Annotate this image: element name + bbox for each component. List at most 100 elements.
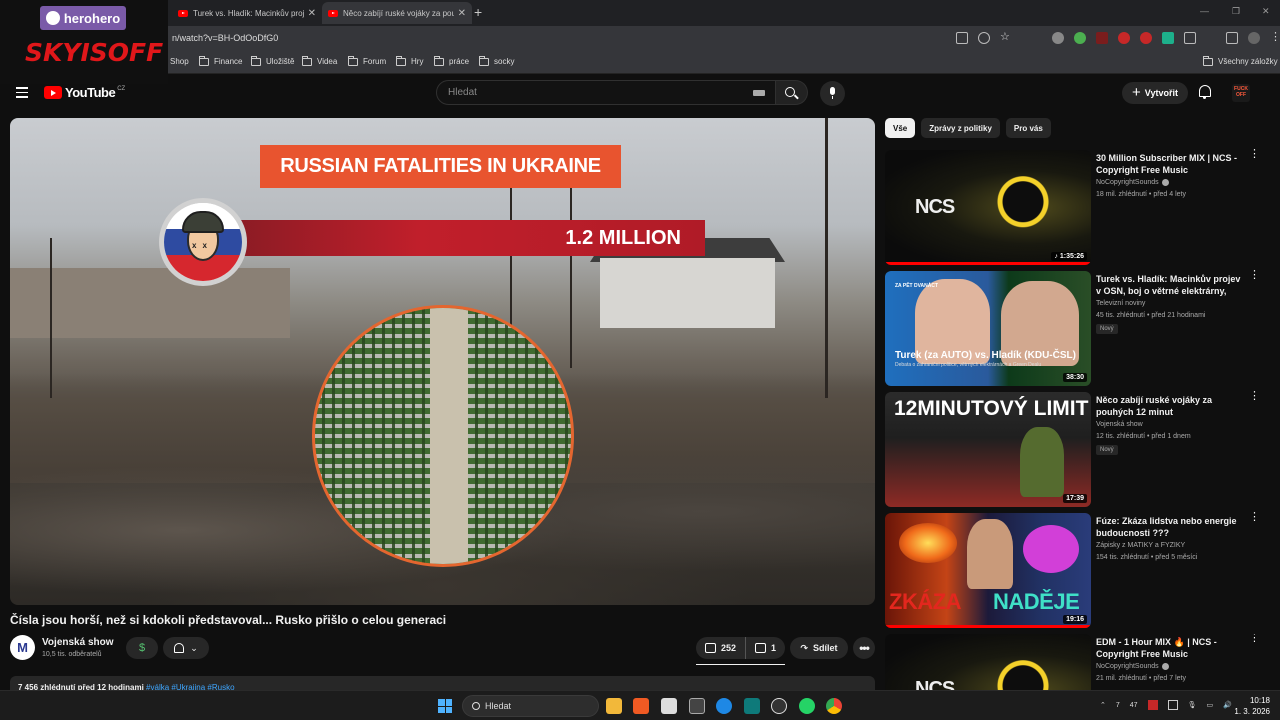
recommended-video[interactable]: ZKÁZA NADĚJE 19:16 Fúze: Zkáza lidstva n… xyxy=(885,512,1260,628)
youtube-play-icon xyxy=(44,86,62,99)
recommended-video[interactable]: ZA PĚT DVANÁCT Turek (za AUTO) vs. Hladí… xyxy=(885,270,1260,386)
recommended-video[interactable]: NCS ♪ 1:35:26 30 Million Subscriber MIX … xyxy=(885,149,1260,265)
menu-icon[interactable] xyxy=(16,87,28,98)
close-window-icon[interactable]: ✕ xyxy=(1262,6,1270,17)
maximize-icon[interactable]: ❐ xyxy=(1232,6,1240,17)
taskbar-search[interactable]: Hledat xyxy=(462,695,599,717)
file-explorer-icon[interactable] xyxy=(606,698,622,714)
recommended-video[interactable]: NCS EDM - 1 Hour MIX 🔥 | NCS - Copyright… xyxy=(885,634,1255,690)
video-thumbnail[interactable]: ZKÁZA NADĚJE 19:16 xyxy=(885,513,1091,628)
chevron-up-icon[interactable]: ⌃ xyxy=(1100,701,1106,709)
all-bookmarks[interactable]: Všechny záložky xyxy=(1203,55,1278,66)
app-icon[interactable] xyxy=(744,698,760,714)
more-options-icon[interactable]: ⋮ xyxy=(1249,270,1260,281)
windows-start-icon[interactable] xyxy=(438,699,452,713)
more-options-icon[interactable]: ⋮ xyxy=(1249,512,1260,523)
bookmark-videa[interactable]: Videa xyxy=(302,55,337,66)
browser-tab-active[interactable]: Něco zabíjí ruské vojáky za pou ✕ xyxy=(322,2,472,24)
microphone-icon[interactable]: 🎙 xyxy=(1188,701,1197,709)
subscription-bell-button[interactable]: ⌄ xyxy=(163,637,209,659)
video-thumbnail[interactable]: 12MINUTOVÝ LIMIT 17:39 xyxy=(885,392,1091,507)
app-icon[interactable] xyxy=(689,698,705,714)
calculator-icon[interactable] xyxy=(661,698,677,714)
extension-icon[interactable] xyxy=(1074,32,1086,44)
tray-item[interactable]: 7 xyxy=(1116,702,1120,709)
extension-icon[interactable] xyxy=(1140,32,1152,44)
bookmark-finance[interactable]: Finance xyxy=(199,55,242,66)
create-button[interactable]: + Vytvořit xyxy=(1122,82,1188,104)
like-button[interactable]: 252 xyxy=(696,637,745,659)
chip-all[interactable]: Vše xyxy=(885,118,916,138)
more-options-icon[interactable]: ⋮ xyxy=(1249,149,1260,160)
recommended-title[interactable]: Turek vs. Hladík: Macinkův projev v OSN,… xyxy=(1096,273,1246,297)
folder-icon xyxy=(1203,55,1213,66)
close-icon[interactable]: ✕ xyxy=(308,8,316,19)
chip-for-you[interactable]: Pro vás xyxy=(1005,118,1051,138)
dislike-button[interactable]: 1 xyxy=(745,637,785,659)
tray-item[interactable]: 47 xyxy=(1130,702,1138,709)
cast-icon[interactable] xyxy=(956,32,968,44)
bookmark-forum[interactable]: Forum xyxy=(348,55,386,66)
menu-kebab-icon[interactable]: ⋮ xyxy=(1270,32,1280,44)
bookmark-prace[interactable]: práce xyxy=(434,55,469,66)
keyboard-icon[interactable] xyxy=(753,90,765,96)
youtube-logo[interactable]: YouTube CZ xyxy=(44,85,125,100)
system-clock[interactable]: 10:18 1. 3. 2026 xyxy=(1234,695,1270,717)
channel-name[interactable]: Vojenská show xyxy=(42,637,114,648)
extension-icon[interactable] xyxy=(1096,32,1108,44)
bookmark-shop[interactable]: Shop xyxy=(170,57,189,66)
address-bar-row: n/watch?v=BH-OdOoDfG0 ☆ ⋮ xyxy=(0,26,1280,52)
recommended-title[interactable]: EDM - 1 Hour MIX 🔥 | NCS - Copyright Fre… xyxy=(1096,636,1246,660)
minimize-icon[interactable]: — xyxy=(1200,6,1209,16)
video-player[interactable]: RUSSIAN FATALITIES IN UKRAINE 1.2 MILLIO… xyxy=(10,118,875,605)
chrome-icon[interactable] xyxy=(826,698,842,714)
extension-icon[interactable] xyxy=(1162,32,1174,44)
voice-search-button[interactable] xyxy=(820,81,845,106)
network-icon[interactable]: ▭ xyxy=(1206,701,1213,709)
recommended-title[interactable]: Fúze: Zkáza lidstva nebo energie budoucn… xyxy=(1096,515,1246,539)
account-avatar[interactable]: FUCK OFF xyxy=(1232,84,1250,102)
recommended-video[interactable]: 12MINUTOVÝ LIMIT 17:39 Něco zabíjí ruské… xyxy=(885,391,1260,507)
tray-app-icon[interactable] xyxy=(1167,700,1178,710)
recommended-channel[interactable]: Televizní noviny xyxy=(1096,300,1145,307)
recommended-title[interactable]: 30 Million Subscriber MIX | NCS - Copyri… xyxy=(1096,152,1246,176)
share-button[interactable]: ↷ Sdílet xyxy=(790,637,848,659)
notifications-bell-icon[interactable] xyxy=(1199,85,1211,99)
video-thumbnail[interactable]: ZA PĚT DVANÁCT Turek (za AUTO) vs. Hladí… xyxy=(885,271,1091,386)
chip-politics[interactable]: Zprávy z politiky xyxy=(921,118,1000,138)
recommended-channel[interactable]: NoCopyrightSounds xyxy=(1096,663,1169,670)
bookmark-socky[interactable]: socky xyxy=(479,55,514,66)
brave-browser-icon[interactable] xyxy=(633,698,649,714)
extension-icon[interactable] xyxy=(1052,32,1064,44)
more-actions-button[interactable]: ••• xyxy=(853,637,875,659)
bookmark-hry[interactable]: Hry xyxy=(396,55,423,66)
join-dollar-button[interactable]: $ xyxy=(126,637,158,659)
channel-avatar[interactable]: M xyxy=(10,635,35,660)
more-options-icon[interactable]: ⋮ xyxy=(1249,391,1260,402)
puzzle-icon[interactable] xyxy=(1184,32,1196,44)
whatsapp-icon[interactable] xyxy=(799,698,815,714)
bookmark-ulozste[interactable]: Uložiště xyxy=(251,55,294,66)
edge-icon[interactable] xyxy=(716,698,732,714)
url-field[interactable]: n/watch?v=BH-OdOoDfG0 xyxy=(172,33,278,43)
app-icon[interactable] xyxy=(771,698,787,714)
sidebar-icon[interactable] xyxy=(1226,32,1238,44)
profile-icon[interactable] xyxy=(1248,32,1260,44)
star-icon[interactable]: ☆ xyxy=(1000,32,1012,44)
recommended-title[interactable]: Něco zabíjí ruské vojáky za pouhých 12 m… xyxy=(1096,394,1246,418)
recommended-channel[interactable]: Vojenská show xyxy=(1096,421,1143,428)
volume-icon[interactable]: 🔊 xyxy=(1223,701,1232,709)
video-thumbnail[interactable]: NCS ♪ 1:35:26 xyxy=(885,150,1091,265)
search-button[interactable] xyxy=(776,80,808,105)
more-options-icon[interactable]: ⋮ xyxy=(1249,634,1255,644)
tray-app-icon[interactable] xyxy=(1147,700,1158,710)
new-tab-button[interactable]: + xyxy=(474,4,482,20)
close-icon[interactable]: ✕ xyxy=(458,8,466,19)
video-thumbnail[interactable]: NCS xyxy=(885,634,1091,690)
browser-tab[interactable]: Turek vs. Hladík: Macinkův proj ✕ xyxy=(172,2,322,24)
recommended-channel[interactable]: Zápisky z MATIKY a FYZIKY xyxy=(1096,542,1185,549)
recommended-channel[interactable]: NoCopyrightSounds xyxy=(1096,179,1169,186)
extension-icon[interactable] xyxy=(1118,32,1130,44)
hide-icon[interactable] xyxy=(978,32,990,44)
search-input[interactable]: Hledat xyxy=(436,80,776,105)
